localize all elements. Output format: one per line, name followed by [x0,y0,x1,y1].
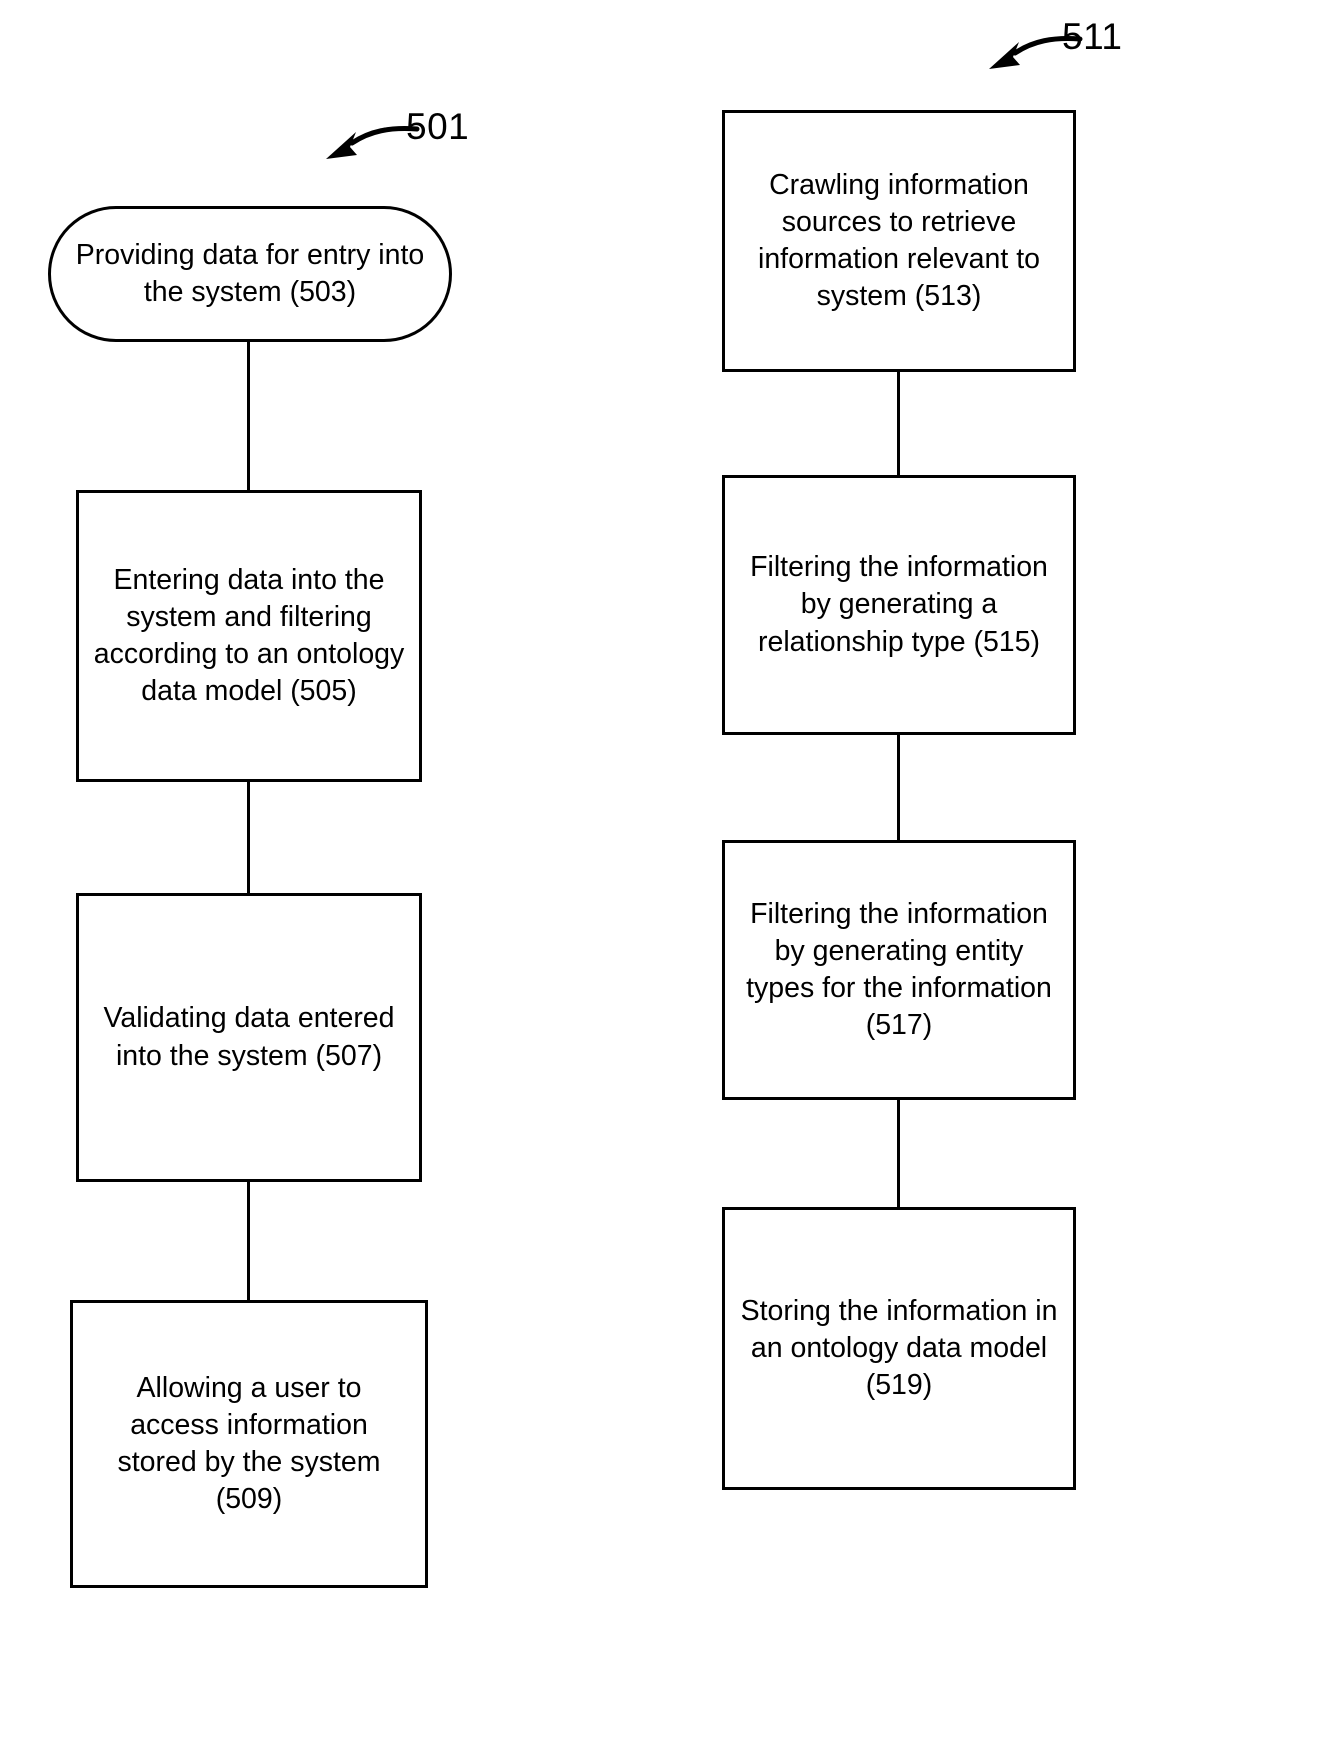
flow-node-503-text: Providing data for entry into the system… [75,238,425,308]
flow-node-517-text: Filtering the information by generating … [746,897,1052,1042]
connector-517-519 [897,1100,900,1207]
flow-node-513-text: Crawling information sources to retrieve… [758,168,1040,313]
callout-511-label: 511 [1062,16,1123,57]
flow-node-519: Storing the information in an ontology d… [722,1207,1076,1490]
flow-node-517: Filtering the information by generating … [722,840,1076,1100]
connector-513-515 [897,372,900,475]
flow-node-509: Allowing a user to access information st… [70,1300,428,1588]
patent-flowchart-figure: 501 Providing data for entry into the sy… [0,0,1336,1738]
flow-node-505-text: Entering data into the system and filter… [93,563,405,708]
connector-503-505 [247,342,250,490]
flow-node-507: Validating data entered into the system … [76,893,422,1182]
flow-node-519-text: Storing the information in an ontology d… [740,1294,1058,1402]
connector-515-517 [897,735,900,840]
flow-node-503: Providing data for entry into the system… [48,206,452,342]
connector-507-509 [247,1182,250,1300]
flow-node-513: Crawling information sources to retrieve… [722,110,1076,372]
flow-node-509-text: Allowing a user to access information st… [117,1371,381,1516]
flow-node-507-text: Validating data entered into the system … [103,1002,395,1072]
connector-505-507 [247,782,250,893]
flow-node-515: Filtering the information by generating … [722,475,1076,735]
flow-node-505: Entering data into the system and filter… [76,490,422,782]
flow-node-515-text: Filtering the information by generating … [750,551,1048,658]
callout-501-label: 501 [406,106,470,147]
